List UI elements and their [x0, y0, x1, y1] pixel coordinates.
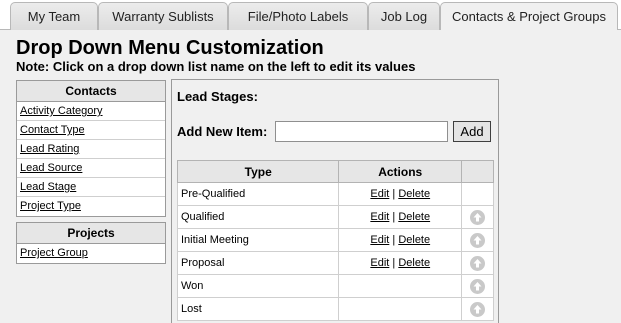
projects-heading: Projects: [17, 223, 165, 244]
tab-bar: My Team Warranty Sublists File/Photo Lab…: [0, 0, 621, 31]
tab-warranty-sublists[interactable]: Warranty Sublists: [98, 2, 228, 30]
action-separator: |: [392, 188, 396, 200]
table-header-row: Type Actions: [176, 160, 494, 183]
delete-link[interactable]: Delete: [398, 257, 430, 269]
add-button[interactable]: Add: [453, 121, 491, 142]
page-title: Drop Down Menu Customization: [16, 37, 324, 59]
sidebar-item-contact-type[interactable]: Contact Type: [17, 121, 165, 140]
edit-link[interactable]: Edit: [370, 188, 389, 200]
tab-job-log[interactable]: Job Log: [368, 2, 440, 30]
row-type: Initial Meeting: [176, 228, 340, 252]
add-item-input[interactable]: [275, 121, 448, 142]
action-separator: |: [392, 211, 396, 223]
row-order: [461, 182, 494, 206]
sidebar-item-project-type[interactable]: Project Type: [17, 197, 165, 216]
tab-file-photo-labels[interactable]: File/Photo Labels: [228, 2, 368, 30]
edit-link[interactable]: Edit: [370, 257, 389, 269]
content-area: Drop Down Menu Customization Note: Click…: [0, 30, 621, 323]
column-header-type: Type: [176, 160, 340, 183]
table-row: Initial Meeting Edit | Delete: [176, 228, 494, 252]
row-actions: Edit | Delete: [338, 205, 463, 229]
edit-link[interactable]: Edit: [370, 211, 389, 223]
table-row: Lost: [176, 297, 494, 321]
up-arrow-circle-icon[interactable]: [470, 278, 486, 294]
edit-panel: Lead Stages: Add New Item: Add Type Acti…: [171, 79, 499, 323]
row-order: [461, 297, 494, 321]
row-actions: [338, 274, 463, 298]
add-item-label: Add New Item:: [177, 124, 268, 139]
tab-my-team[interactable]: My Team: [10, 2, 98, 30]
sidebar-item-activity-category[interactable]: Activity Category: [17, 102, 165, 121]
up-arrow-circle-icon[interactable]: [470, 209, 486, 225]
delete-link[interactable]: Delete: [398, 188, 430, 200]
column-header-order: [461, 160, 494, 183]
up-arrow-circle-icon[interactable]: [470, 255, 486, 271]
page-note: Note: Click on a drop down list name on …: [16, 59, 416, 74]
delete-link[interactable]: Delete: [398, 211, 430, 223]
row-actions: [338, 297, 463, 321]
panel-title: Lead Stages:: [177, 89, 258, 104]
row-type: Lost: [176, 297, 340, 321]
contacts-list: Contacts Activity Category Contact Type …: [16, 80, 166, 217]
row-type: Proposal: [176, 251, 340, 275]
tab-contacts-project-groups[interactable]: Contacts & Project Groups: [440, 2, 618, 31]
table-row: Qualified Edit | Delete: [176, 205, 494, 229]
sidebar-item-lead-source[interactable]: Lead Source: [17, 159, 165, 178]
sidebar-item-lead-stage[interactable]: Lead Stage: [17, 178, 165, 197]
delete-link[interactable]: Delete: [398, 234, 430, 246]
up-arrow-circle-icon[interactable]: [470, 232, 486, 248]
row-type: Pre-Qualified: [176, 182, 340, 206]
sidebar-item-project-group[interactable]: Project Group: [17, 244, 165, 263]
sidebar-item-lead-rating[interactable]: Lead Rating: [17, 140, 165, 159]
table-row: Won: [176, 274, 494, 298]
action-separator: |: [392, 234, 396, 246]
row-order: [461, 251, 494, 275]
row-order: [461, 228, 494, 252]
row-type: Won: [176, 274, 340, 298]
row-order: [461, 274, 494, 298]
row-type: Qualified: [176, 205, 340, 229]
up-arrow-circle-icon[interactable]: [470, 301, 486, 317]
values-table: Type Actions Pre-Qualified Edit | Delete Q…: [176, 160, 494, 321]
projects-list: Projects Project Group: [16, 222, 166, 264]
action-separator: |: [392, 257, 396, 269]
row-order: [461, 205, 494, 229]
column-header-actions: Actions: [338, 160, 463, 183]
row-actions: Edit | Delete: [338, 182, 463, 206]
edit-link[interactable]: Edit: [370, 234, 389, 246]
table-row: Pre-Qualified Edit | Delete: [176, 182, 494, 206]
row-actions: Edit | Delete: [338, 228, 463, 252]
table-row: Proposal Edit | Delete: [176, 251, 494, 275]
row-actions: Edit | Delete: [338, 251, 463, 275]
contacts-heading: Contacts: [17, 81, 165, 102]
